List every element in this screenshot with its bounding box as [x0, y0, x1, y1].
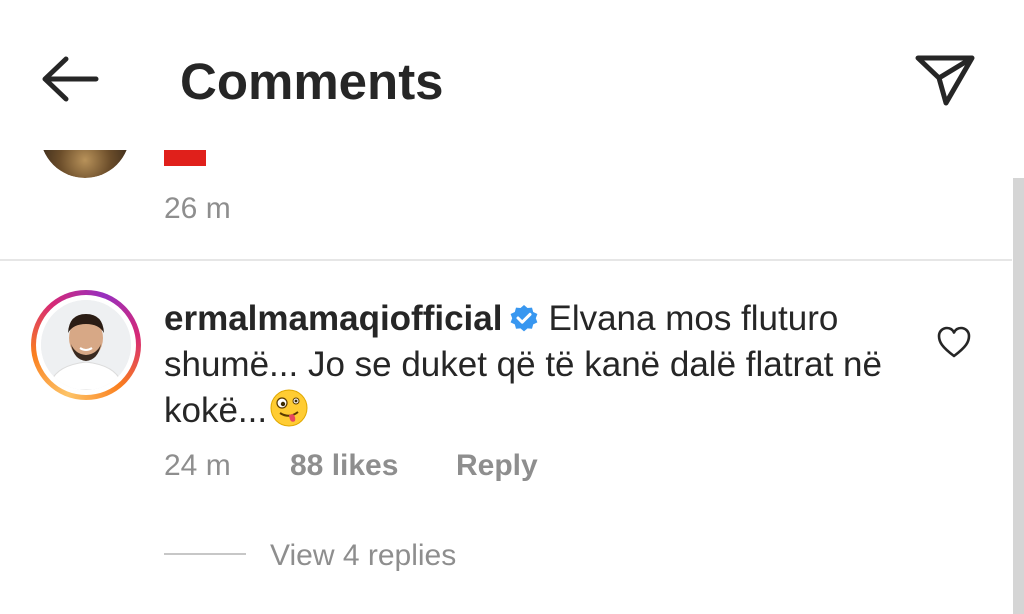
scrollbar[interactable] — [1013, 178, 1024, 614]
top-bar: Comments — [0, 0, 1024, 150]
replies-divider-line — [164, 553, 246, 555]
page-title: Comments — [180, 53, 444, 110]
zany-face-emoji — [270, 389, 308, 427]
comment-time: 24 m — [164, 449, 231, 482]
comment-username[interactable]: ermalmamaqiofficial — [164, 299, 502, 338]
share-button[interactable] — [910, 50, 978, 112]
comment-body: ermalmamaqiofficial Elvana mos fluturo sh… — [164, 296, 904, 434]
like-button[interactable] — [936, 325, 972, 359]
previous-comment-time: 26 m — [164, 192, 231, 225]
back-button[interactable] — [36, 50, 102, 112]
arrow-left-icon — [42, 56, 99, 102]
avatar[interactable] — [31, 290, 141, 400]
view-replies-button[interactable]: View 4 replies — [270, 536, 456, 576]
divider — [0, 259, 1012, 261]
reply-button[interactable]: Reply — [456, 446, 538, 486]
heart-icon — [937, 326, 971, 358]
likes-count[interactable]: 88 likes — [290, 446, 398, 486]
profile-photo — [41, 300, 131, 390]
verified-badge-icon — [511, 305, 538, 332]
paper-plane-icon — [915, 55, 975, 106]
